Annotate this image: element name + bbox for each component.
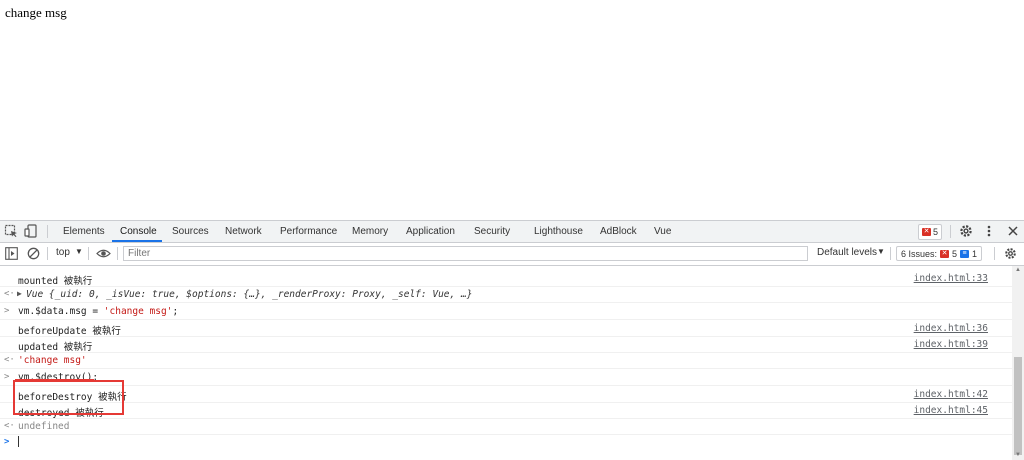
tab-elements[interactable]: Elements — [63, 221, 105, 242]
show-sidebar-icon[interactable] — [5, 247, 18, 260]
scroll-down-arrow-icon[interactable]: ▼ — [1015, 452, 1021, 458]
vue-object-preview[interactable]: Vue {_uid: 0, _isVue: true, $options: {…… — [26, 289, 472, 300]
text-cursor — [18, 436, 19, 447]
issues-info-icon: ≡ — [960, 249, 970, 258]
source-link[interactable]: index.html:45 — [914, 405, 988, 416]
scrollbar-thumb[interactable] — [1014, 357, 1022, 455]
result-value: undefined — [18, 421, 70, 432]
tab-application[interactable]: Application — [406, 221, 455, 242]
toolbar-divider-2 — [88, 247, 89, 260]
tab-security[interactable]: Security — [474, 221, 510, 242]
issues-label: 6 Issues: — [901, 248, 938, 259]
device-toolbar-icon[interactable] — [24, 224, 38, 238]
input-prompt-icon: > — [4, 437, 10, 447]
toolbar-divider — [47, 247, 48, 260]
prompt-arrow-icon: > — [4, 306, 10, 316]
console-settings-gear-icon[interactable] — [1004, 247, 1017, 260]
log-message: beforeUpdate 被執行 — [18, 326, 121, 337]
error-count-badge[interactable]: ✕ 5 — [918, 224, 943, 240]
tab-lighthouse[interactable]: Lighthouse — [534, 221, 583, 242]
more-options-icon[interactable] — [982, 224, 996, 238]
console-log-row: mounted 被執行 index.html:33 — [0, 270, 1012, 287]
live-expression-eye-icon[interactable] — [96, 248, 111, 259]
tab-adblock[interactable]: AdBlock — [600, 221, 637, 242]
scroll-up-arrow-icon[interactable]: ▲ — [1015, 267, 1021, 273]
tab-vue[interactable]: Vue — [654, 221, 671, 242]
result-arrow-icon: <· — [4, 355, 15, 365]
console-scrollbar[interactable]: ▲ ▼ — [1012, 266, 1024, 460]
toolbar-divider-4 — [890, 247, 891, 260]
issues-info-count: 1 — [972, 248, 978, 259]
tab-sources[interactable]: Sources — [172, 221, 209, 242]
context-selector[interactable]: top — [56, 247, 70, 258]
toolbar-divider-3 — [117, 247, 118, 260]
source-link[interactable]: index.html:33 — [914, 273, 988, 284]
console-result-row: <· 'change msg' — [0, 352, 1012, 369]
log-message: updated 被執行 — [18, 342, 93, 353]
issues-button[interactable]: 6 Issues: ✕ 5 ≡ 1 — [896, 246, 983, 261]
issues-error-icon: ✕ — [940, 249, 950, 258]
log-levels-dropdown[interactable]: Default levels — [817, 247, 877, 258]
context-dropdown-icon[interactable]: ▼ — [75, 247, 83, 256]
result-value: 'change msg' — [18, 355, 87, 366]
console-log-row: updated 被執行 index.html:39 — [0, 336, 1012, 353]
console-command-row: > vm.$data.msg = 'change msg'; — [0, 303, 1012, 320]
expand-triangle-icon[interactable]: ▶ — [17, 289, 22, 298]
tabbar-divider-right — [950, 225, 951, 238]
active-tab-indicator — [112, 240, 162, 242]
inspect-element-icon[interactable] — [4, 224, 18, 238]
console-filter-input[interactable] — [123, 246, 808, 261]
result-arrow-icon: <· — [4, 421, 15, 431]
console-output: mounted 被執行 index.html:33 <· ▶ Vue {_uid… — [0, 266, 1012, 460]
clear-console-icon[interactable] — [27, 247, 40, 260]
console-result-row: <· undefined — [0, 418, 1012, 435]
result-arrow-icon: <· — [4, 289, 15, 299]
console-result-row: <· ▶ Vue {_uid: 0, _isVue: true, $option… — [0, 286, 1012, 303]
tab-console[interactable]: Console — [120, 221, 157, 242]
close-devtools-icon[interactable] — [1006, 224, 1020, 238]
tab-performance[interactable]: Performance — [280, 221, 337, 242]
console-log-row: beforeDestroy 被執行 index.html:42 — [0, 386, 1012, 403]
annotation-highlight-box — [13, 380, 124, 415]
error-icon: ✕ — [922, 228, 931, 236]
toolbar-divider-5 — [994, 247, 995, 260]
levels-dropdown-icon[interactable]: ▼ — [877, 247, 885, 256]
tab-network[interactable]: Network — [225, 221, 262, 242]
source-link[interactable]: index.html:36 — [914, 323, 988, 334]
log-message: mounted 被執行 — [18, 276, 93, 287]
tab-memory[interactable]: Memory — [352, 221, 388, 242]
console-command-row: > vm.$destroy(); — [0, 369, 1012, 386]
devtools-tabbar: Elements Console Sources Network Perform… — [0, 221, 1024, 243]
console-prompt-row[interactable]: > — [0, 434, 1012, 450]
console-toolbar: top ▼ Default levels ▼ 6 Issues: ✕ 5 ≡ 1 — [0, 243, 1024, 266]
page-message-text: change msg — [5, 5, 67, 20]
error-count: 5 — [933, 227, 939, 237]
console-log-row: beforeUpdate 被執行 index.html:36 — [0, 320, 1012, 337]
issues-error-count: 5 — [952, 248, 958, 259]
settings-gear-icon[interactable] — [959, 224, 973, 238]
source-link[interactable]: index.html:39 — [914, 339, 988, 350]
devtools-panel: Elements Console Sources Network Perform… — [0, 220, 1024, 460]
tabbar-divider — [47, 225, 48, 238]
source-link[interactable]: index.html:42 — [914, 389, 988, 400]
console-log-row: destroyed 被執行 index.html:45 — [0, 402, 1012, 419]
command-text: vm.$data.msg = 'change msg'; — [18, 306, 179, 317]
